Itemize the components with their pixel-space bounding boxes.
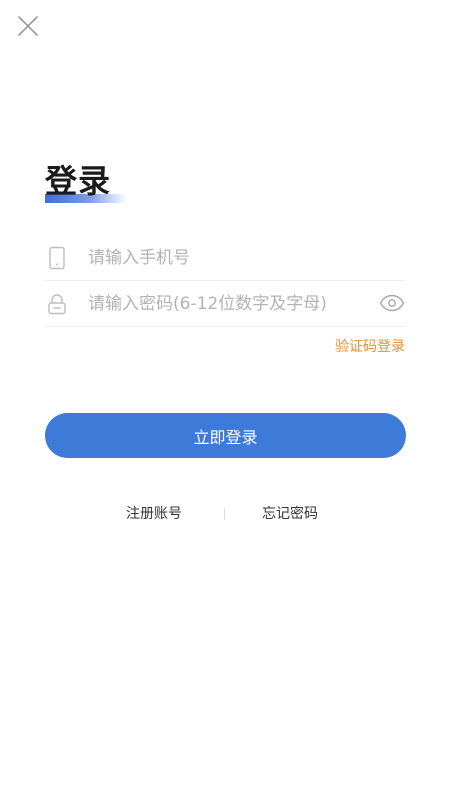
password-field-row <box>45 282 405 327</box>
phone-input[interactable] <box>88 238 388 278</box>
verification-code-login-link[interactable]: 验证码登录 <box>335 336 405 356</box>
lock-icon <box>45 292 69 316</box>
page-title: 登录 <box>45 162 112 200</box>
login-button[interactable]: 立即登录 <box>45 413 406 458</box>
login-page: 登录 验证码登录 立即登录 注册账号 <box>0 0 450 800</box>
password-input[interactable] <box>88 284 373 324</box>
forgot-password-link[interactable]: 忘记密码 <box>262 503 318 525</box>
phone-field-row <box>45 236 405 281</box>
password-visibility-toggle[interactable] <box>379 292 405 314</box>
register-link[interactable]: 注册账号 <box>126 503 182 525</box>
close-icon[interactable] <box>14 12 42 40</box>
page-title-block: 登录 <box>45 160 145 205</box>
eye-icon[interactable] <box>379 294 405 312</box>
phone-icon <box>45 246 69 270</box>
close-button[interactable] <box>14 12 42 40</box>
link-divider <box>224 508 225 520</box>
footer-links: 注册账号 忘记密码 <box>0 503 450 525</box>
